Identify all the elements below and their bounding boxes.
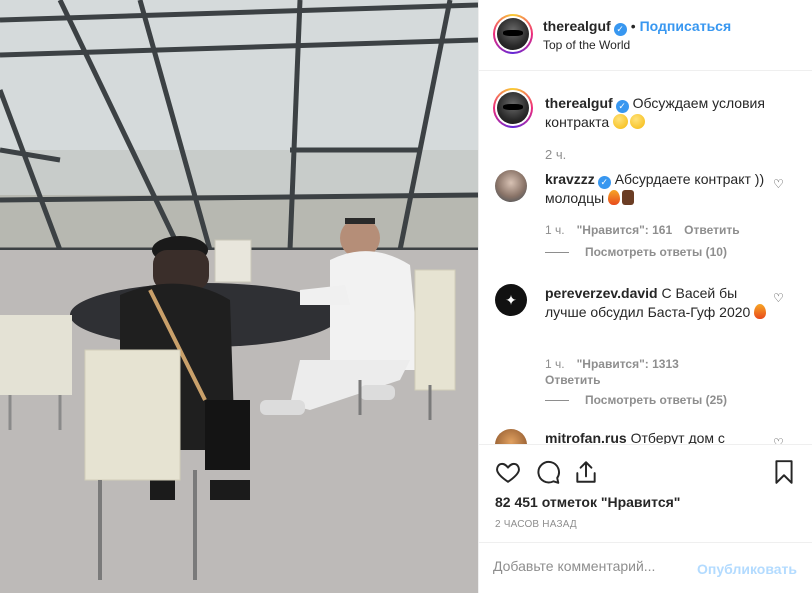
- caption-username[interactable]: therealguf: [545, 95, 613, 111]
- replies-divider: [545, 400, 569, 402]
- comment-meta: 1 ч. "Нравится": 161 Ответить: [545, 223, 752, 237]
- comment-like-heart-icon[interactable]: ♡: [773, 178, 785, 190]
- commenter-avatar[interactable]: [495, 170, 527, 202]
- view-replies-label: Посмотреть ответы (25): [585, 393, 727, 407]
- comment-body: mitrofan.rus Отберут дом с: [545, 429, 773, 444]
- bookmark-icon[interactable]: [771, 459, 797, 485]
- comment-meta: 1 ч. "Нравится": 1313 Ответить: [545, 356, 775, 388]
- author-username[interactable]: therealguf: [543, 18, 611, 34]
- post-actions: 82 451 отметок "Нравится" 2 ЧАСОВ НАЗАД: [479, 444, 812, 542]
- post-sidebar: therealguf ✓ • Подписаться Top of the World…: [478, 0, 812, 593]
- follow-button[interactable]: Подписаться: [640, 18, 732, 34]
- verified-badge-icon: ✓: [597, 176, 611, 189]
- view-replies-label: Посмотреть ответы (10): [585, 245, 727, 259]
- add-comment-bar: Опубликовать: [479, 542, 812, 593]
- commenter-avatar[interactable]: [495, 429, 527, 444]
- comment-input[interactable]: [493, 558, 693, 574]
- raised-hands-icon: [622, 190, 635, 205]
- thinking-face-icon: [613, 114, 628, 129]
- replies-divider: [545, 252, 569, 254]
- post-photo[interactable]: [0, 0, 478, 593]
- comment-body: pereverzev.david С Васей бы лучше обсуди…: [545, 284, 773, 322]
- comment-username[interactable]: pereverzev.david: [545, 285, 658, 301]
- verified-badge-icon: ✓: [615, 100, 629, 113]
- comment-time[interactable]: 1 ч.: [545, 357, 565, 371]
- reply-button[interactable]: Ответить: [545, 373, 600, 387]
- comments-list[interactable]: therealguf ✓ Обсуждаем условия контракта …: [479, 72, 812, 444]
- comment-bubble-icon[interactable]: [535, 459, 561, 485]
- like-heart-icon[interactable]: [495, 459, 521, 485]
- fire-icon: [608, 190, 621, 205]
- comment-username[interactable]: mitrofan.rus: [545, 430, 627, 444]
- comment-body: kravzzz ✓ Абсурдаете контракт )) молодцы: [545, 170, 773, 208]
- likes-count[interactable]: 82 451 отметок "Нравится": [495, 494, 680, 510]
- kissing-face-icon: [630, 114, 645, 129]
- post-header: therealguf ✓ • Подписаться Top of the World: [479, 0, 812, 71]
- comment-like-heart-icon[interactable]: ♡: [773, 292, 785, 304]
- view-replies-button[interactable]: Посмотреть ответы (10): [545, 245, 727, 259]
- location-link[interactable]: Top of the World: [543, 38, 630, 52]
- comment-like-heart-icon[interactable]: ♡: [773, 437, 785, 444]
- fire-icon: [754, 304, 767, 319]
- caption-avatar[interactable]: [493, 88, 533, 128]
- reply-button[interactable]: Ответить: [684, 223, 739, 237]
- comment-text: Отберут дом с: [630, 430, 725, 444]
- view-replies-button[interactable]: Посмотреть ответы (25): [545, 393, 727, 407]
- caption: therealguf ✓ Обсуждаем условия контракта: [545, 94, 785, 132]
- posted-time[interactable]: 2 ЧАСОВ НАЗАД: [495, 519, 577, 530]
- comment-username[interactable]: kravzzz: [545, 171, 595, 187]
- author-avatar[interactable]: [493, 14, 533, 54]
- comment-time[interactable]: 1 ч.: [545, 223, 565, 237]
- share-icon[interactable]: [573, 459, 599, 485]
- verified-badge-icon: ✓: [613, 23, 627, 36]
- commenter-avatar[interactable]: ✦: [495, 284, 527, 316]
- comment-likes[interactable]: "Нравится": 1313: [577, 357, 679, 371]
- separator-dot: •: [630, 18, 636, 34]
- author-line: therealguf ✓ • Подписаться: [543, 18, 731, 36]
- comment-likes[interactable]: "Нравится": 161: [577, 223, 673, 237]
- publish-button[interactable]: Опубликовать: [697, 561, 797, 577]
- photo-scene: [0, 0, 478, 593]
- caption-time: 2 ч.: [545, 147, 567, 162]
